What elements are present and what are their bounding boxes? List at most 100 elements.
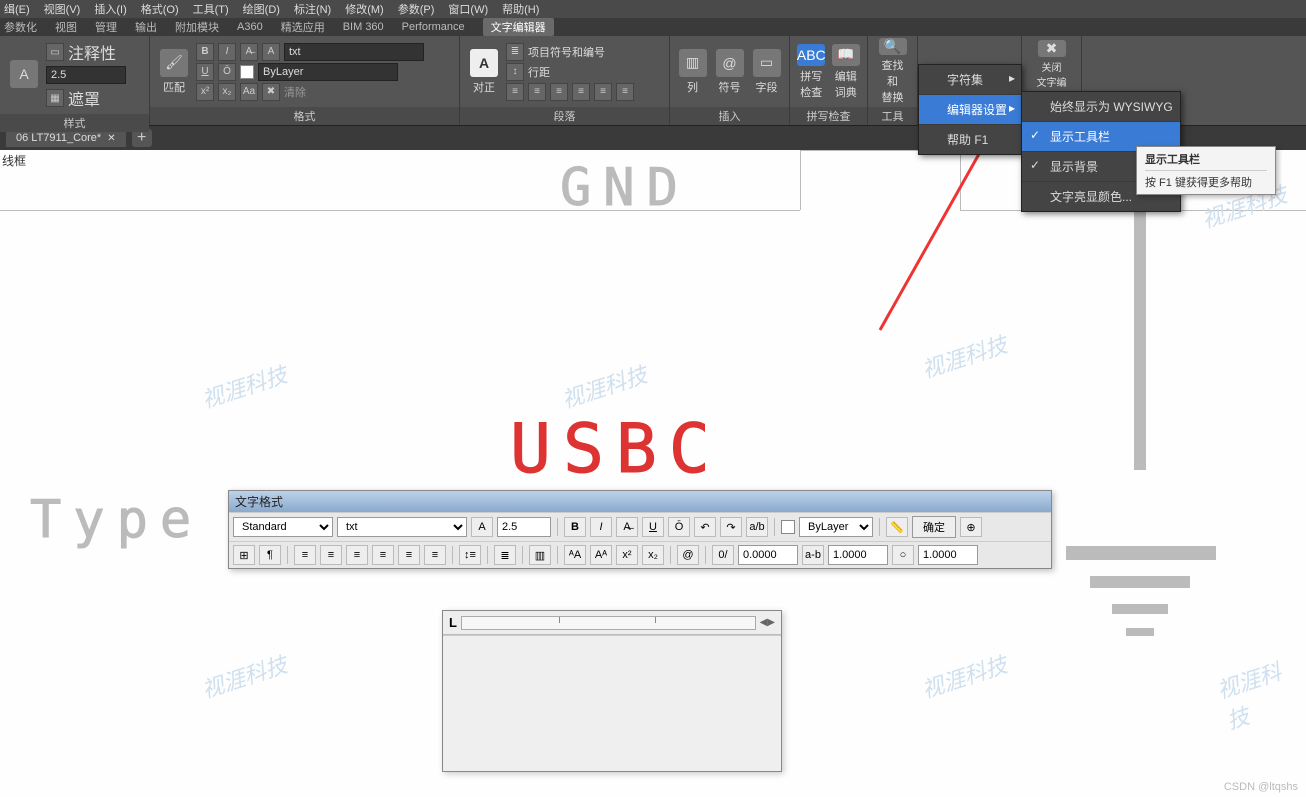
linespace-icon[interactable]: ↕ — [506, 63, 524, 81]
bullets-label[interactable]: 项目符号和编号 — [528, 44, 605, 60]
mtext-editor[interactable]: L ◀▶ — [442, 610, 782, 772]
sub-btn[interactable]: x₂ — [642, 545, 664, 565]
menu-help[interactable]: 帮助(H) — [502, 1, 539, 17]
mtext-ruler[interactable]: L ◀▶ — [443, 611, 781, 635]
align-right-button[interactable]: ≡ — [550, 83, 568, 101]
align-center-button[interactable]: ≡ — [528, 83, 546, 101]
oblique-input[interactable] — [738, 545, 798, 565]
num-btn[interactable]: ≣ — [494, 545, 516, 565]
underline-button[interactable]: U — [196, 63, 214, 81]
tab-a360[interactable]: A360 — [237, 21, 263, 33]
superscript-button[interactable]: x² — [196, 83, 214, 101]
color-swatch[interactable] — [240, 65, 254, 79]
annotative-toggle[interactable]: A — [471, 517, 493, 537]
edit-dict-button[interactable]: 📖编辑 词典 — [831, 42, 862, 102]
italic-btn[interactable]: I — [590, 517, 612, 537]
tab-text-editor[interactable]: 文字编辑器 — [483, 18, 554, 36]
match-button[interactable]: 🖌匹配 — [156, 42, 192, 102]
menu-draw[interactable]: 绘图(D) — [243, 1, 280, 17]
tab-addins[interactable]: 附加模块 — [175, 19, 219, 35]
menu-parametric[interactable]: 参数(P) — [398, 1, 435, 17]
col-btn[interactable]: ▥ — [529, 545, 551, 565]
field-button[interactable]: ▭字段 — [750, 42, 783, 102]
columns-button[interactable]: ▥列 — [676, 42, 709, 102]
menu-view[interactable]: 视图(V) — [44, 1, 81, 17]
ruler-L-marker[interactable]: L — [449, 615, 457, 630]
menu-dimension[interactable]: 标注(N) — [294, 1, 331, 17]
ar-btn[interactable]: ≡ — [346, 545, 368, 565]
symbol-btn[interactable]: @ — [677, 545, 699, 565]
widthfactor-input[interactable] — [918, 545, 978, 565]
para-btn[interactable]: ¶ — [259, 545, 281, 565]
undo-btn[interactable]: ↶ — [694, 517, 716, 537]
options-btn[interactable]: ⊕ — [960, 517, 982, 537]
lcase-btn[interactable]: Aᴬ — [590, 545, 612, 565]
redo-btn[interactable]: ↷ — [720, 517, 742, 537]
ok-button[interactable]: 确定 — [912, 516, 956, 538]
tab-bim360[interactable]: BIM 360 — [343, 21, 384, 33]
ucase-btn[interactable]: ᴬA — [564, 545, 586, 565]
al-btn[interactable]: ≡ — [294, 545, 316, 565]
ruler-handle-icon[interactable]: ◀▶ — [760, 617, 775, 628]
tracking-input[interactable] — [828, 545, 888, 565]
text-format-toolbar[interactable]: 文字格式 Standard txt A B I A̶ U Ō ↶ ↷ a/b B… — [228, 490, 1052, 569]
menu-help-f1[interactable]: 帮助 F1 — [919, 124, 1021, 154]
strike-button[interactable]: A̶ — [240, 43, 258, 61]
clear-icon[interactable]: ✖ — [262, 83, 280, 101]
text-style-button[interactable]: A — [6, 45, 42, 105]
menu-modify[interactable]: 修改(M) — [345, 1, 384, 17]
sup-btn[interactable]: x² — [616, 545, 638, 565]
tab-featured[interactable]: 精选应用 — [281, 19, 325, 35]
symbol-button[interactable]: @符号 — [713, 42, 746, 102]
align-left-button[interactable]: ≡ — [506, 83, 524, 101]
menu-edit[interactable]: 缉(E) — [4, 1, 30, 17]
align-justify-button[interactable]: ≡ — [572, 83, 590, 101]
style-select[interactable]: Standard — [233, 517, 333, 537]
linesp-btn[interactable]: ↕≡ — [459, 545, 481, 565]
menu-format[interactable]: 格式(O) — [141, 1, 179, 17]
subscript-button[interactable]: x₂ — [218, 83, 236, 101]
color-swatch-tb[interactable] — [781, 520, 795, 534]
ax-btn[interactable]: ≡ — [424, 545, 446, 565]
overline-button[interactable]: Ō — [218, 63, 236, 81]
bullets-icon[interactable]: ≣ — [506, 43, 524, 61]
sub-wysiwyg[interactable]: 始终显示为 WYSIWYG — [1022, 92, 1180, 121]
menu-editor-settings[interactable]: 编辑器设置 — [919, 94, 1021, 124]
spellcheck-button[interactable]: ABC拼写 检查 — [796, 42, 827, 102]
layer-color-input[interactable] — [258, 63, 398, 81]
justify-btn[interactable]: ⊞ — [233, 545, 255, 565]
ad-btn[interactable]: ≡ — [398, 545, 420, 565]
text-height-input[interactable] — [46, 66, 126, 84]
menu-tools[interactable]: 工具(T) — [193, 1, 229, 17]
tab-parametric[interactable]: 参数化 — [4, 19, 37, 35]
color-select[interactable]: ByLayer — [799, 517, 873, 537]
height-input[interactable] — [497, 517, 551, 537]
align-dist-button[interactable]: ≡ — [594, 83, 612, 101]
align-default-button[interactable]: ≡ — [616, 83, 634, 101]
bold-button[interactable]: B — [196, 43, 214, 61]
tab-manage[interactable]: 管理 — [95, 19, 117, 35]
tab-view[interactable]: 视图 — [55, 19, 77, 35]
aj-btn[interactable]: ≡ — [372, 545, 394, 565]
ruler-btn[interactable]: 📏 — [886, 517, 908, 537]
underline-btn[interactable]: U — [642, 517, 664, 537]
menu-charset[interactable]: 字符集 — [919, 65, 1021, 94]
ac-btn[interactable]: ≡ — [320, 545, 342, 565]
find-replace-button[interactable]: 🔍查找和 替换 — [874, 42, 911, 102]
menu-insert[interactable]: 插入(I) — [94, 1, 126, 17]
case-button[interactable]: Aa — [240, 83, 258, 101]
bigA-button[interactable]: A对正 — [466, 42, 502, 102]
stack-btn[interactable]: a/b — [746, 517, 768, 537]
tab-output[interactable]: 输出 — [135, 19, 157, 35]
strike-btn[interactable]: A̶ — [616, 517, 638, 537]
linespace-label[interactable]: 行距 — [528, 64, 550, 80]
font-select[interactable]: txt — [337, 517, 467, 537]
font-input[interactable] — [284, 43, 424, 61]
overline-btn[interactable]: Ō — [668, 517, 690, 537]
mask-icon[interactable]: ▦ — [46, 89, 64, 107]
bold-btn[interactable]: B — [564, 517, 586, 537]
tab-performance[interactable]: Performance — [402, 21, 465, 33]
mtext-body[interactable] — [443, 635, 781, 771]
menu-window[interactable]: 窗口(W) — [448, 1, 488, 17]
italic-button[interactable]: I — [218, 43, 236, 61]
